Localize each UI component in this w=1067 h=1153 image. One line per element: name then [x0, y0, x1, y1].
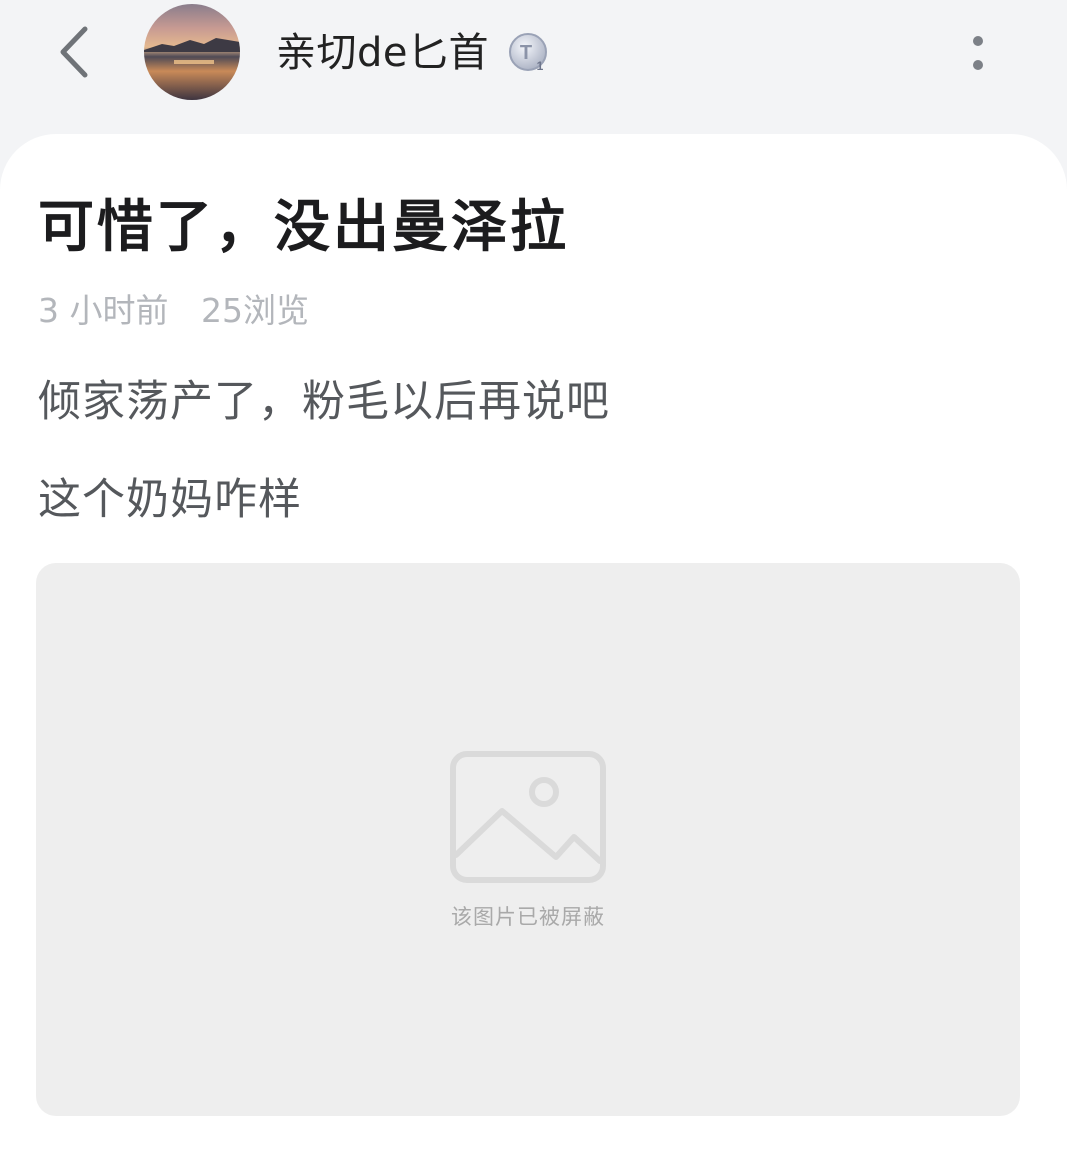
avatar[interactable] [144, 4, 240, 100]
blocked-image-text: 该图片已被屏蔽 [451, 905, 605, 929]
more-vertical-icon [973, 36, 983, 46]
blocked-image[interactable]: 该图片已被屏蔽 [36, 563, 1020, 1116]
post-body-line: 倾家荡产了，粉毛以后再说吧 [38, 377, 610, 427]
image-placeholder-icon [450, 751, 606, 883]
post-body-line: 这个奶妈咋样 [38, 475, 302, 525]
post-time: 3 小时前 [38, 291, 169, 330]
post-views: 25浏览 [201, 291, 309, 330]
back-button[interactable] [44, 22, 104, 82]
post-title: 可惜了，没出曼泽拉 [38, 195, 569, 260]
more-options-button[interactable] [956, 26, 1000, 80]
level-badge-icon: T 1 [509, 33, 547, 73]
post-card: 可惜了，没出曼泽拉 3 小时前 25浏览 倾家荡产了，粉毛以后再说吧 这个奶妈咋… [0, 134, 1067, 1153]
svg-text:T: T [520, 42, 532, 64]
username[interactable]: 亲切de匕首 [276, 28, 489, 78]
svg-text:1: 1 [537, 59, 544, 73]
top-bar: 亲切de匕首 T 1 [0, 0, 1067, 140]
chevron-left-icon [60, 26, 88, 78]
post-meta: 3 小时前 25浏览 [38, 289, 331, 333]
